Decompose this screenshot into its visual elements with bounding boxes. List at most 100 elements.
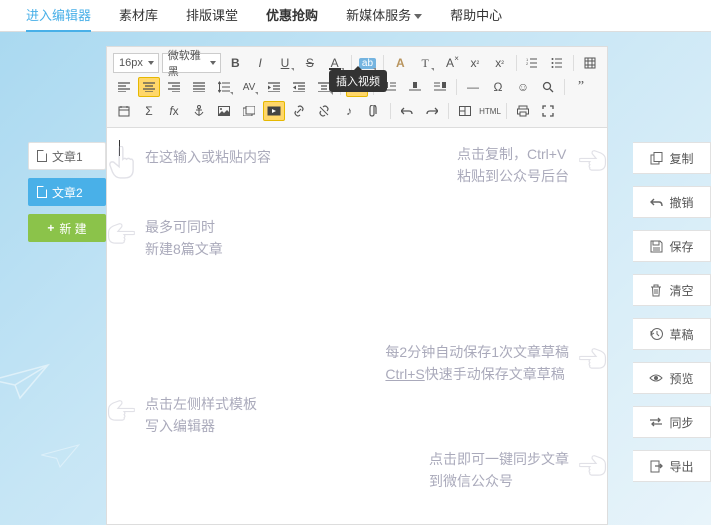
align-right-button[interactable] [163,77,185,97]
nav-materials[interactable]: 素材库 [119,0,158,32]
video-button[interactable] [263,101,285,121]
nav-editor[interactable]: 进入编辑器 [26,0,91,32]
formula-button[interactable]: fx [163,101,185,121]
attachment-button[interactable] [363,101,385,121]
indent-right-button[interactable] [288,77,310,97]
svg-text:2: 2 [526,61,529,66]
hint-text: 最多可同时 新建8篇文章 [145,216,223,261]
music-button[interactable]: ♪ [338,101,360,121]
redo-button[interactable] [421,101,443,121]
link-button[interactable] [288,101,310,121]
underline-button[interactable]: U [274,53,296,73]
font-family-select[interactable]: 微软雅黑 [162,53,222,73]
copy-icon [649,151,663,165]
nav-help[interactable]: 帮助中心 [450,0,502,32]
tab-label: 文章1 [52,148,83,165]
quote-button[interactable]: ” [570,77,592,97]
action-preview[interactable]: 预览 [633,362,711,394]
float-right-button[interactable] [429,77,451,97]
hint-text: 每2分钟自动保存1次文章草稿 Ctrl+S快速手动保存文章草稿 [385,341,569,386]
article-tabs: 文章1 文章2 + 新 建 [28,142,106,250]
plus-icon: + [47,221,54,235]
action-save[interactable]: 保存 [633,230,711,262]
hand-pointer-down-icon [107,146,135,180]
print-button[interactable] [512,101,534,121]
chevron-down-icon [414,14,422,19]
unordered-list-button[interactable] [546,53,568,73]
sigma-button[interactable]: Σ [138,101,160,121]
document-icon [37,186,47,198]
tab-new-article[interactable]: + 新 建 [28,214,106,242]
search-button[interactable] [537,77,559,97]
subscript-button[interactable]: x² [464,53,486,73]
calendar-button[interactable] [113,101,135,121]
image-button[interactable] [213,101,235,121]
action-export[interactable]: 导出 [633,450,711,482]
nav-newmedia[interactable]: 新媒体服务 [346,0,422,32]
nav-layout-class[interactable]: 排版课堂 [186,0,238,32]
document-icon [37,150,47,162]
hand-pointer-right-icon [579,448,607,482]
action-label: 预览 [669,370,693,387]
font-size-select[interactable]: 16px [113,53,159,73]
action-undo[interactable]: 撤销 [633,186,711,218]
emoji-button[interactable]: ☺ [512,77,534,97]
editor-panel: 插入视频 16px 微软雅黑 B I U S A ab A T A× x² x²… [106,46,608,525]
action-draft[interactable]: 草稿 [633,318,711,350]
eye-icon [649,371,663,385]
tab-article-2[interactable]: 文章2 [28,178,106,206]
hint-text: 点击即可一键同步文章 到微信公众号 [429,448,569,493]
align-center-button[interactable] [138,77,160,97]
history-icon [649,327,663,341]
align-left-button[interactable] [113,77,135,97]
multi-image-button[interactable] [238,101,260,121]
superscript-button[interactable]: x² [489,53,511,73]
anchor-button[interactable] [188,101,210,121]
text-button[interactable]: A [389,53,411,73]
indent-left-button[interactable] [263,77,285,97]
letter-spacing-button[interactable]: AV [238,77,260,97]
float-none-button[interactable] [404,77,426,97]
hint-text: 点击左侧样式模板 写入编辑器 [145,393,257,438]
sync-icon [649,415,663,429]
action-label: 保存 [669,238,693,255]
action-clear[interactable]: 清空 [633,274,711,306]
align-justify-button[interactable] [188,77,210,97]
editor-content[interactable]: 在这输入或粘贴内容 点击复制，Ctrl+V 粘贴到公众号后台 最多可同时 新建8… [107,128,607,525]
undo-icon [649,195,663,209]
italic-button[interactable]: I [249,53,271,73]
nav-deals[interactable]: 优惠抢购 [266,0,318,32]
bold-button[interactable]: B [224,53,246,73]
html-button[interactable]: HTML [479,101,501,121]
strike-button[interactable]: S [299,53,321,73]
action-sync[interactable]: 同步 [633,406,711,438]
toolbar: 插入视频 16px 微软雅黑 B I U S A ab A T A× x² x²… [107,47,607,128]
hand-pointer-left-icon [107,393,135,427]
action-label: 撤销 [669,194,693,211]
fullscreen-button[interactable] [537,101,559,121]
layout-button[interactable] [454,101,476,121]
export-icon [649,459,663,473]
hr-button[interactable]: — [462,77,484,97]
trash-icon [649,283,663,297]
hint-text: 点击复制，Ctrl+V 粘贴到公众号后台 [457,143,569,188]
hint-text: 在这输入或粘贴内容 [145,146,271,168]
action-copy[interactable]: 复制 [633,142,711,174]
hand-pointer-left-icon [107,216,135,250]
action-label: 清空 [669,282,693,299]
action-label: 草稿 [669,326,693,343]
omega-button[interactable]: Ω [487,77,509,97]
clear-format-button[interactable]: A× [439,53,461,73]
unlink-button[interactable] [313,101,335,121]
hand-pointer-right-icon [579,143,607,177]
undo-button[interactable] [396,101,418,121]
line-height-button[interactable] [213,77,235,97]
font-case-button[interactable]: T [414,53,436,73]
hand-pointer-right-icon [579,341,607,375]
table-button[interactable] [579,53,601,73]
tab-label: 新 建 [59,220,86,237]
tab-label: 文章2 [52,184,83,201]
ordered-list-button[interactable]: 12 [522,53,544,73]
tab-article-1[interactable]: 文章1 [28,142,106,170]
right-actions: 复制 撤销 保存 清空 草稿 预览 同步 导出 [633,142,711,494]
